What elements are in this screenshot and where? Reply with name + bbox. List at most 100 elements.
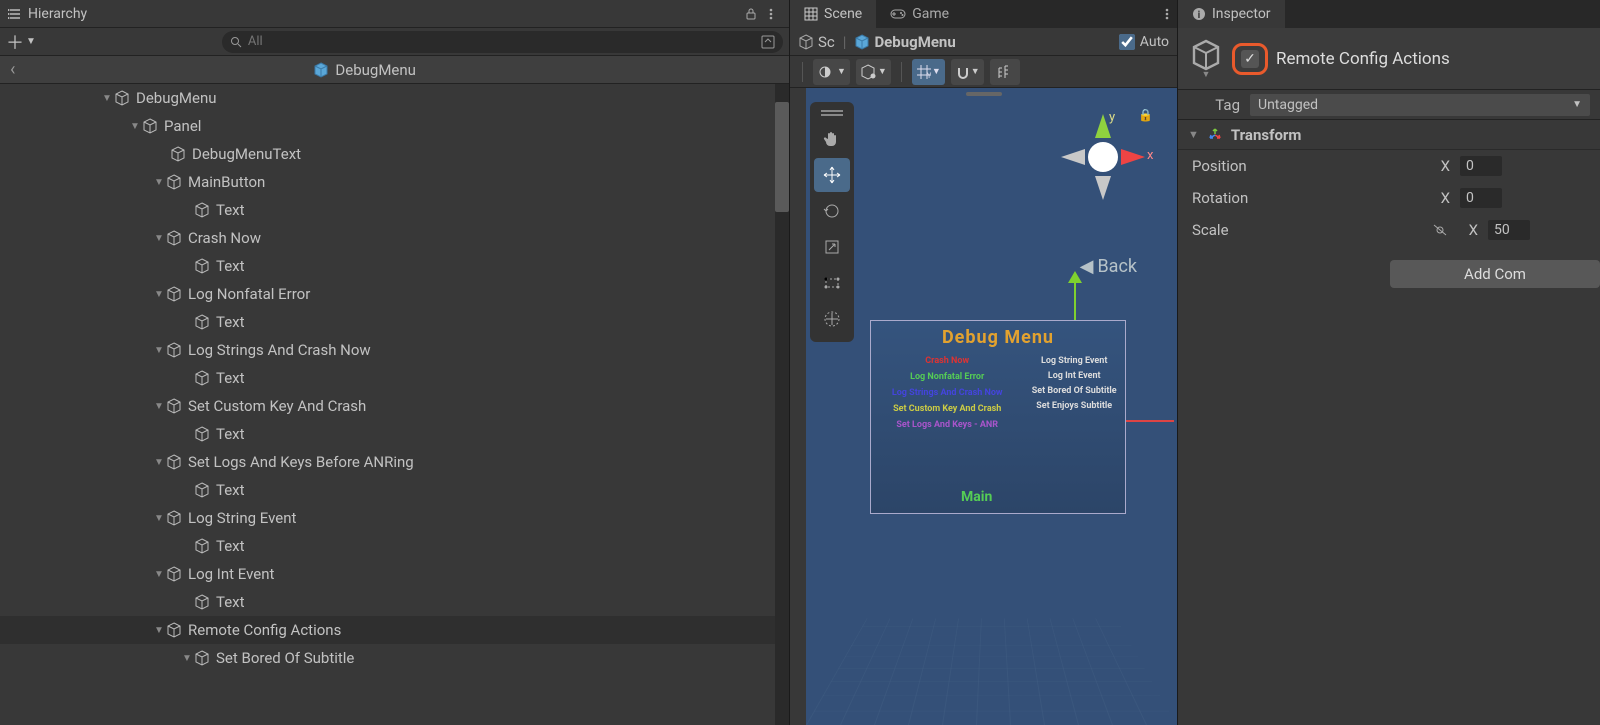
debug-item[interactable]: Set Custom Key And Crash — [893, 404, 1001, 414]
scene-crumb-a[interactable]: Sc — [798, 33, 835, 51]
object-name-field[interactable]: Remote Config Actions — [1276, 49, 1450, 69]
tree-row[interactable]: Text — [0, 532, 789, 560]
grid-floor — [806, 618, 1177, 725]
tag-dropdown[interactable]: Untagged ▼ — [1250, 94, 1590, 116]
back-button[interactable]: ◀ Back — [1080, 256, 1137, 277]
shaded-mode-button[interactable]: ▼ — [813, 59, 850, 85]
tree-row[interactable]: Text — [0, 364, 789, 392]
tree-row[interactable]: ▼Panel — [0, 112, 789, 140]
draw-mode-button[interactable]: ▼ — [856, 59, 891, 85]
gameobject-cube-icon — [166, 622, 182, 638]
auto-check-input[interactable] — [1119, 34, 1135, 50]
transform-component-header[interactable]: ▼ Transform — [1178, 120, 1600, 150]
scale-tool-button[interactable] — [814, 230, 850, 264]
snap-button[interactable]: ▼ — [951, 59, 984, 85]
floating-toolbar[interactable] — [810, 102, 854, 342]
gamepad-icon — [890, 8, 906, 20]
tree-row[interactable]: ▼Remote Config Actions — [0, 616, 789, 644]
orientation-gizmo[interactable]: y x 🔒 — [1043, 104, 1163, 224]
tree-row[interactable]: ▼Log Int Event — [0, 560, 789, 588]
add-component-button[interactable]: Add Com — [1390, 260, 1600, 288]
tab-scene[interactable]: Scene — [790, 0, 876, 28]
expand-arrow-icon[interactable]: ▼ — [180, 653, 194, 664]
tree-row[interactable]: Text — [0, 308, 789, 336]
tree-row[interactable]: ▼MainButton — [0, 168, 789, 196]
tree-row[interactable]: ▼ DebugMenu — [0, 84, 789, 112]
tree-row[interactable]: Text — [0, 420, 789, 448]
object-active-checkbox[interactable]: ✓ — [1241, 50, 1259, 68]
breadcrumb-item[interactable]: DebugMenu — [313, 61, 416, 79]
expand-arrow-icon[interactable]: ▼ — [152, 289, 166, 300]
debug-item[interactable]: Log Strings And Crash Now — [892, 388, 1003, 398]
expand-arrow-icon[interactable]: ▼ — [152, 513, 166, 524]
scene-crumb-b[interactable]: DebugMenu — [854, 33, 955, 51]
position-x-field[interactable]: 0 — [1460, 156, 1502, 176]
expand-icon[interactable] — [761, 35, 775, 49]
transform-tool-button[interactable] — [814, 302, 850, 336]
expand-arrow-icon[interactable]: ▼ — [152, 401, 166, 412]
expand-arrow-icon[interactable]: ▼ — [152, 345, 166, 356]
tree-item-label: Text — [216, 593, 245, 611]
search-input[interactable] — [248, 34, 755, 49]
expand-arrow-icon[interactable]: ▼ — [100, 93, 114, 104]
tree-item-label: DebugMenu — [136, 89, 217, 107]
object-cube-icon[interactable] — [1188, 37, 1224, 73]
expand-arrow-icon[interactable]: ▼ — [152, 457, 166, 468]
scrollbar-thumb[interactable] — [775, 102, 789, 212]
grid-toggle-button[interactable]: Y▼ — [912, 59, 945, 85]
expand-arrow-icon[interactable]: ▼ — [152, 569, 166, 580]
rect-tool-button[interactable] — [814, 266, 850, 300]
tab-inspector[interactable]: i Inspector — [1178, 0, 1285, 28]
scrollbar[interactable] — [775, 84, 789, 725]
drag-handle[interactable] — [966, 92, 1002, 96]
debug-item[interactable]: Set Logs And Keys - ANR — [896, 420, 998, 430]
debug-item[interactable]: Log Int Event — [1048, 371, 1101, 381]
tag-row: Tag Untagged ▼ — [1178, 90, 1600, 120]
debug-main-button[interactable]: Main — [961, 489, 992, 505]
gameobject-cube-icon — [194, 426, 210, 442]
search-box[interactable] — [222, 31, 783, 53]
increment-snap-button[interactable] — [990, 59, 1020, 85]
tree-row[interactable]: ▼Set Custom Key And Crash — [0, 392, 789, 420]
tree-row[interactable]: ▼Set Logs And Keys Before ANRing — [0, 448, 789, 476]
tree-row[interactable]: Text — [0, 588, 789, 616]
auto-checkbox[interactable]: Auto — [1119, 34, 1169, 50]
lock-icon[interactable] — [741, 4, 761, 24]
back-chevron-icon[interactable]: ‹ — [10, 59, 15, 80]
expand-arrow-icon[interactable]: ▼ — [152, 177, 166, 188]
toolbar-grip-icon[interactable] — [814, 108, 850, 118]
kebab-icon[interactable] — [761, 4, 781, 24]
scale-x-field[interactable]: 50 — [1488, 220, 1530, 240]
add-button[interactable]: ＋ ▼ — [6, 29, 36, 55]
debug-item[interactable]: Set Enjoys Subtitle — [1036, 401, 1112, 411]
tree-row[interactable]: DebugMenuText — [0, 140, 789, 168]
debug-item[interactable]: Set Bored Of Subtitle — [1032, 386, 1117, 396]
tree-row[interactable]: Text — [0, 476, 789, 504]
tree-row[interactable]: ▼Log Strings And Crash Now — [0, 336, 789, 364]
debug-item[interactable]: Log String Event — [1041, 356, 1107, 366]
chevron-down-icon[interactable]: ▼ — [1202, 69, 1211, 80]
hierarchy-tree[interactable]: ▼ DebugMenu ▼PanelDebugMenuText▼MainButton… — [0, 84, 789, 725]
tree-row[interactable]: ▼Crash Now — [0, 224, 789, 252]
inspector-panel: i Inspector ▼ ✓ Remote Config Actions Ta… — [1178, 0, 1600, 725]
tree-row[interactable]: ▼Set Bored Of Subtitle — [0, 644, 789, 672]
link-constrain-icon[interactable] — [1432, 223, 1448, 237]
tab-game[interactable]: Game — [876, 0, 963, 28]
rotate-tool-button[interactable] — [814, 194, 850, 228]
gizmo-lock-icon[interactable]: 🔒 — [1138, 108, 1153, 122]
kebab-icon[interactable] — [1157, 4, 1177, 24]
scene-viewport[interactable]: y x 🔒 ◀ Back Debug Menu Crash Now Log No… — [790, 88, 1177, 725]
tree-row[interactable]: ▼Log Nonfatal Error — [0, 280, 789, 308]
rotation-x-field[interactable]: 0 — [1460, 188, 1502, 208]
debug-item[interactable]: Crash Now — [925, 356, 969, 366]
tree-row[interactable]: ▼Log String Event — [0, 504, 789, 532]
hand-tool-button[interactable] — [814, 122, 850, 156]
tree-row[interactable]: Text — [0, 196, 789, 224]
move-tool-button[interactable] — [814, 158, 850, 192]
inspector-tabs: i Inspector — [1178, 0, 1600, 28]
expand-arrow-icon[interactable]: ▼ — [152, 233, 166, 244]
expand-arrow-icon[interactable]: ▼ — [128, 121, 142, 132]
debug-item[interactable]: Log Nonfatal Error — [910, 372, 984, 382]
expand-arrow-icon[interactable]: ▼ — [152, 625, 166, 636]
tree-row[interactable]: Text — [0, 252, 789, 280]
